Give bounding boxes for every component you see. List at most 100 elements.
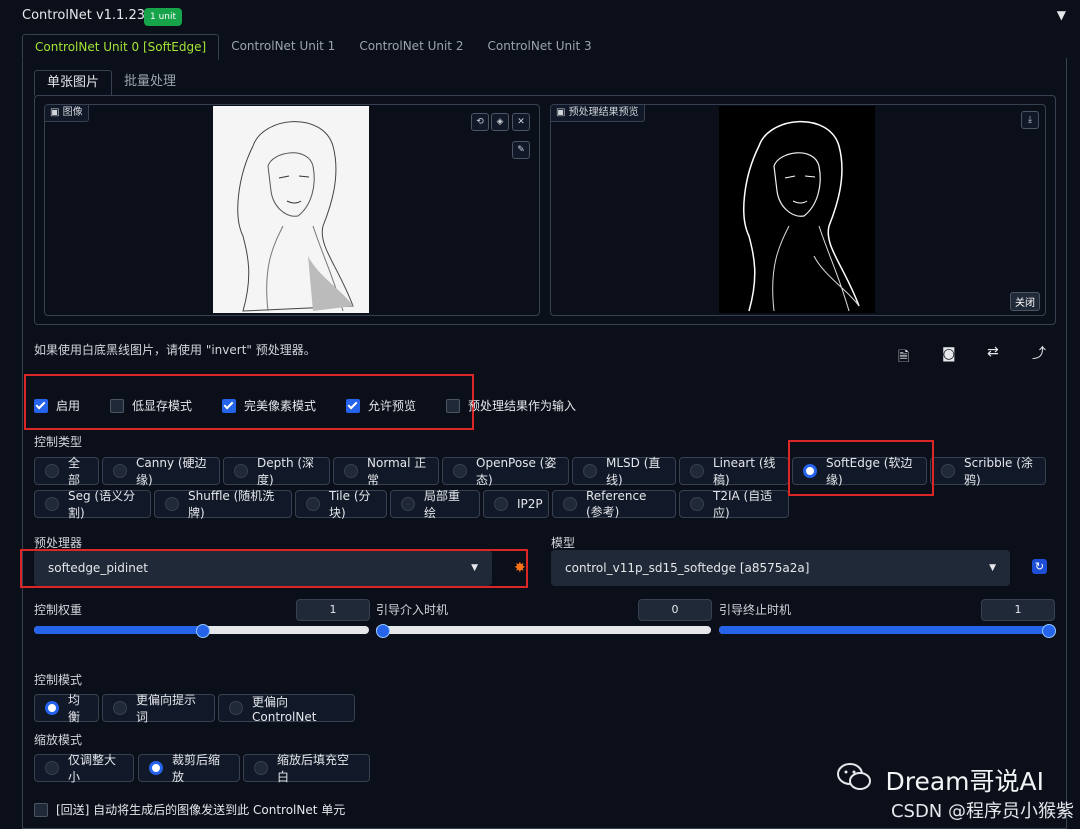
- undo-icon[interactable]: ⟲: [471, 113, 489, 131]
- option-label: OpenPose (姿态): [476, 456, 557, 487]
- tab-unit-0[interactable]: ControlNet Unit 0 [SoftEdge]: [22, 34, 220, 60]
- checkbox-mark[interactable]: [222, 398, 236, 413]
- radio-mark: [45, 464, 59, 478]
- close-icon[interactable]: ✕: [512, 113, 530, 131]
- radio-mark: [45, 497, 59, 511]
- watermark-author: CSDN @程序员小猴紫: [890, 801, 1074, 822]
- option-label: Tile (分块): [329, 489, 371, 520]
- checkbox-mark[interactable]: [346, 398, 360, 413]
- control-type-all[interactable]: 全部: [34, 456, 99, 487]
- radio-mark: [583, 464, 597, 478]
- collapse-icon[interactable]: ▼: [1057, 8, 1066, 22]
- option-label: 仅调整大小: [68, 753, 117, 784]
- tab-unit-2[interactable]: ControlNet Unit 2: [347, 34, 475, 58]
- allow-preview-checkbox[interactable]: 允许预览: [346, 397, 416, 414]
- control-mode-prompt[interactable]: 更偏向提示词: [102, 693, 215, 724]
- guidance-end-label: 引导终止时机: [719, 603, 792, 617]
- guidance-start-handle[interactable]: [376, 624, 390, 638]
- guidance-end-fill: [719, 626, 1054, 634]
- control-type-mlsd[interactable]: MLSD (直线): [572, 456, 676, 487]
- preprocessor-as-input-label: 预处理结果作为输入: [468, 399, 577, 413]
- image-icon: ▣: [556, 107, 569, 118]
- send-dimensions-icon[interactable]: ⤴: [1032, 343, 1046, 363]
- preview-image-box: ▣ 预处理结果预览 ⤓ 关闭: [550, 104, 1046, 316]
- enable-checkbox[interactable]: 启用: [34, 397, 80, 414]
- option-label: Shuffle (随机洗牌): [188, 489, 275, 520]
- radio-mark: [494, 497, 508, 511]
- control-mode-balanced[interactable]: 均衡: [34, 693, 99, 724]
- tab-batch[interactable]: 批量处理: [112, 70, 188, 94]
- option-label: 均衡: [68, 693, 81, 724]
- option-label: 缩放后填充空白: [277, 753, 350, 784]
- control-mode-controlnet[interactable]: 更偏向 ControlNet: [218, 694, 355, 724]
- input-mode-tabs: 单张图片 批量处理: [34, 70, 188, 96]
- radio-mark: [306, 497, 320, 511]
- control-type-canny[interactable]: Canny (硬边缘): [102, 456, 220, 487]
- low-vram-checkbox[interactable]: 低显存模式: [110, 397, 192, 414]
- checkbox-mark[interactable]: [34, 398, 48, 413]
- tab-unit-1[interactable]: ControlNet Unit 1: [219, 34, 347, 58]
- tab-unit-3[interactable]: ControlNet Unit 3: [475, 34, 603, 58]
- refresh-icon[interactable]: ↻: [1032, 559, 1047, 574]
- radio-mark: [690, 497, 704, 511]
- pixel-perfect-checkbox[interactable]: 完美像素模式: [222, 397, 316, 414]
- brush-icon[interactable]: ✎: [512, 141, 530, 159]
- checkbox-mark[interactable]: [110, 398, 124, 413]
- option-label: 裁剪后缩放: [172, 753, 221, 784]
- guidance-start-input[interactable]: 0: [638, 599, 712, 621]
- control-weight-handle[interactable]: [196, 624, 210, 638]
- control-type-ip2p[interactable]: IP2P: [483, 490, 549, 518]
- model-select[interactable]: control_v11p_sd15_softedge [a8575a2a] ▼: [551, 550, 1010, 586]
- swap-icon[interactable]: ⇄: [987, 344, 999, 360]
- download-icon[interactable]: ⤓: [1021, 111, 1039, 129]
- document-icon[interactable]: 🗎: [898, 346, 909, 370]
- control-type-scribble[interactable]: Scribble (涂鸦): [930, 456, 1046, 487]
- option-label: Normal 正常: [367, 456, 427, 487]
- enable-label: 启用: [56, 399, 81, 413]
- radio-mark: [344, 464, 358, 478]
- control-type-tile[interactable]: Tile (分块): [295, 489, 387, 520]
- resize-mode-fill[interactable]: 缩放后填充空白: [243, 753, 370, 784]
- radio-mark: [165, 497, 179, 511]
- tab-single-image[interactable]: 单张图片: [34, 70, 113, 96]
- control-mode-label: 控制模式: [34, 673, 83, 687]
- radio-mark: [254, 761, 268, 775]
- control-type-seg[interactable]: Seg (语义分割): [34, 489, 151, 520]
- guidance-end-handle[interactable]: [1042, 624, 1056, 638]
- camera-icon[interactable]: ◙: [942, 346, 956, 362]
- guidance-start-label: 引导介入时机: [376, 603, 449, 617]
- input-image-box[interactable]: ▣ 图像 ⟲ ◈ ✕ ✎: [44, 104, 540, 316]
- checkbox-mark[interactable]: [34, 802, 48, 817]
- control-weight-input[interactable]: 1: [296, 599, 370, 621]
- resize-mode-label: 缩放模式: [34, 733, 83, 747]
- control-type-reference[interactable]: Reference (参考): [552, 488, 676, 519]
- option-label: T2IA (自适应): [713, 489, 773, 520]
- option-label: Lineart (线稿): [713, 456, 776, 487]
- control-type-normal[interactable]: Normal 正常: [333, 456, 439, 487]
- preprocessor-as-input-checkbox[interactable]: 预处理结果作为输入: [446, 397, 576, 414]
- checkbox-mark[interactable]: [446, 398, 460, 413]
- resize-mode-just-resize[interactable]: 仅调整大小: [34, 753, 134, 784]
- control-type-openpose[interactable]: OpenPose (姿态): [442, 456, 569, 487]
- radio-mark: [45, 761, 59, 775]
- controlnet-title[interactable]: ControlNet v1.1.238: [22, 8, 153, 23]
- guidance-end-input[interactable]: 1: [981, 599, 1055, 621]
- low-vram-label: 低显存模式: [132, 399, 193, 413]
- option-label: Reference (参考): [586, 488, 647, 519]
- model-label: 模型: [551, 536, 576, 550]
- radio-mark: [229, 701, 243, 715]
- loopback-checkbox[interactable]: [回送] 自动将生成后的图像发送到此 ControlNet 单元: [34, 801, 345, 818]
- control-type-lineart[interactable]: Lineart (线稿): [679, 456, 789, 487]
- radio-mark: [149, 761, 163, 775]
- resize-mode-crop[interactable]: 裁剪后缩放: [138, 753, 240, 784]
- close-preview-button[interactable]: 关闭: [1010, 292, 1040, 311]
- control-type-shuffle[interactable]: Shuffle (随机洗牌): [154, 489, 292, 520]
- control-type-inpaint[interactable]: 局部重绘: [390, 489, 480, 520]
- input-image-label: ▣ 图像: [45, 105, 89, 122]
- control-type-t2ia[interactable]: T2IA (自适应): [679, 489, 789, 520]
- chevron-down-icon: ▼: [989, 563, 996, 573]
- control-type-depth[interactable]: Depth (深度): [223, 456, 330, 487]
- guidance-start-slider[interactable]: [376, 626, 711, 634]
- control-weight-fill: [34, 626, 202, 634]
- eraser-icon[interactable]: ◈: [491, 113, 509, 131]
